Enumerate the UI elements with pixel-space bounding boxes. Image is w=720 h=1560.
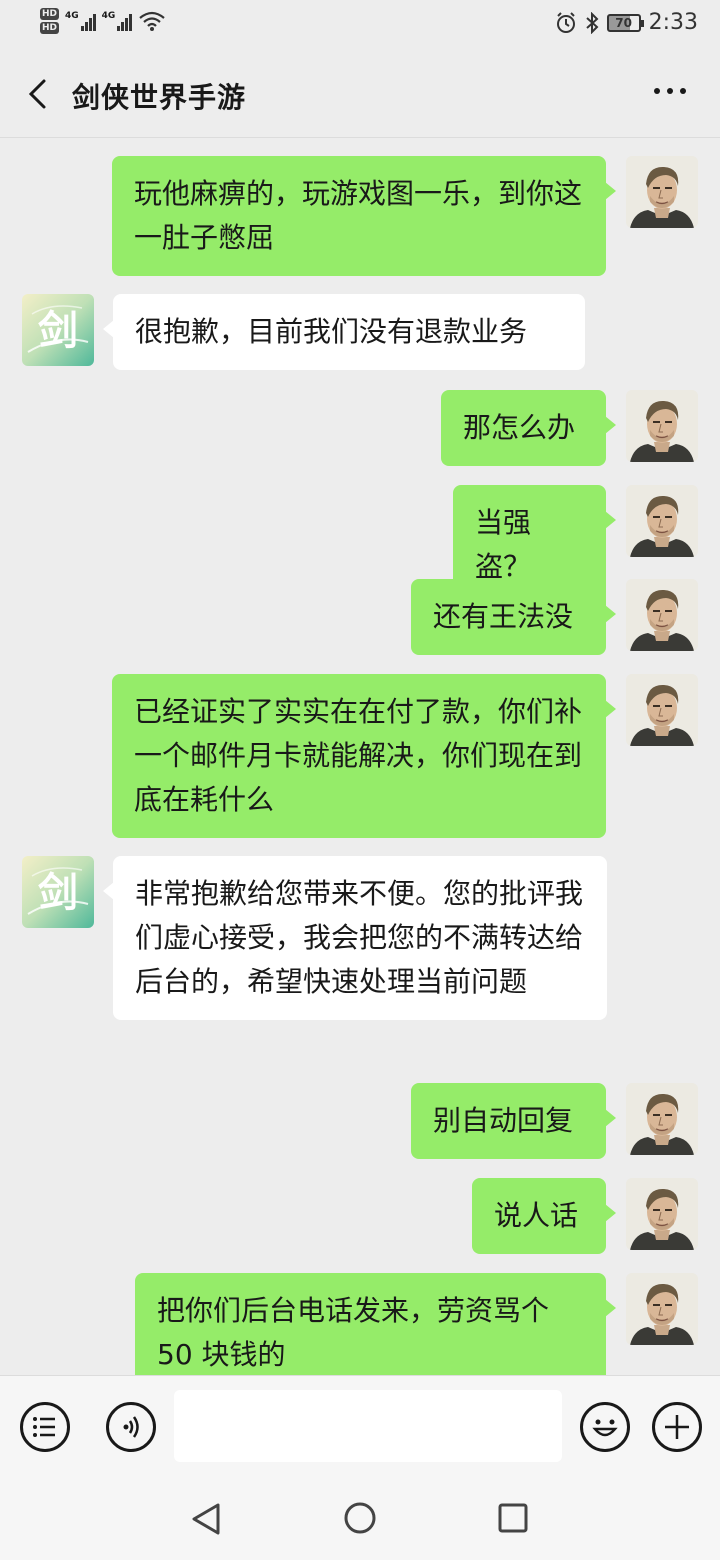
- message-text: 很抱歉，目前我们没有退款业务: [135, 315, 528, 348]
- hd-badge-1: HD: [40, 8, 60, 20]
- chat-header: 剑侠世界手游: [0, 50, 720, 138]
- message-text: 非常抱歉给您带来不便。您的批评我们虚心接受，我会把您的不满转达给后台的，希望快速…: [135, 877, 584, 998]
- message-bubble-sent[interactable]: 已经证实了实实在在付了款，你们补一个邮件月卡就能解决，你们现在到底在耗什么: [112, 674, 616, 838]
- message-bubble-sent[interactable]: 说人话: [472, 1178, 616, 1254]
- message-text: 已经证实了实实在在付了款，你们补一个邮件月卡就能解决，你们现在到底在耗什么: [134, 695, 583, 816]
- message-bubble-sent[interactable]: 还有王法没: [411, 579, 616, 655]
- message-text: 说人话: [494, 1199, 579, 1232]
- more-dots-icon[interactable]: [654, 88, 686, 94]
- message-text: 玩他麻痹的，玩游戏图一乐，到你这一肚子憋屈: [134, 177, 583, 254]
- status-left: HD HD 4G 4G: [40, 8, 166, 34]
- my-avatar[interactable]: [626, 579, 698, 651]
- wifi-icon: [139, 11, 166, 31]
- status-time: 2:33: [648, 10, 698, 35]
- system-nav-bar: [0, 1477, 720, 1560]
- my-avatar[interactable]: [626, 156, 698, 228]
- my-avatar[interactable]: [626, 674, 698, 746]
- emoji-icon[interactable]: [580, 1402, 630, 1452]
- input-bar: [0, 1375, 720, 1477]
- contact-avatar[interactable]: 剑: [22, 856, 94, 928]
- message-text: 当强盗？: [475, 506, 532, 583]
- my-avatar[interactable]: [626, 485, 698, 557]
- chat-title: 剑侠世界手游: [72, 81, 247, 114]
- message-bubble-received[interactable]: 很抱歉，目前我们没有退款业务: [103, 294, 585, 370]
- message-text: 别自动回复: [433, 1104, 574, 1137]
- circle-home-icon[interactable]: [343, 1501, 377, 1535]
- status-bar: HD HD 4G 4G 70 2:33: [0, 0, 720, 50]
- my-avatar[interactable]: [626, 1273, 698, 1345]
- my-avatar[interactable]: [626, 1178, 698, 1250]
- network-type-1: 4G: [65, 11, 79, 21]
- message-input[interactable]: [174, 1390, 562, 1462]
- message-text: 那怎么办: [463, 411, 576, 444]
- message-bubble-sent[interactable]: 那怎么办: [441, 390, 616, 466]
- triangle-back-icon[interactable]: [190, 1501, 222, 1537]
- message-text: 把你们后台电话发来，劳资骂个50 块钱的: [157, 1294, 550, 1371]
- signal-icon-2: 4G: [102, 11, 133, 31]
- battery-icon: 70: [606, 13, 644, 32]
- contact-avatar[interactable]: 剑: [22, 294, 94, 366]
- battery-level: 70: [615, 15, 632, 30]
- network-type-2: 4G: [101, 11, 116, 21]
- voice-icon[interactable]: [106, 1402, 156, 1452]
- contact-avatar-glyph: 剑: [38, 869, 78, 916]
- message-bubble-sent[interactable]: 别自动回复: [411, 1083, 616, 1159]
- hd-badge-2: HD: [40, 22, 60, 34]
- list-menu-icon[interactable]: [20, 1402, 70, 1452]
- contact-avatar-glyph: 剑: [38, 307, 78, 354]
- hd-indicators: HD HD: [40, 8, 60, 34]
- message-text: 还有王法没: [433, 600, 574, 633]
- my-avatar[interactable]: [626, 1083, 698, 1155]
- signal-icon-1: 4G: [65, 11, 96, 31]
- message-bubble-sent[interactable]: 玩他麻痹的，玩游戏图一乐，到你这一肚子憋屈: [112, 156, 616, 276]
- alarm-icon: [556, 11, 575, 33]
- bluetooth-icon: [585, 11, 599, 34]
- chevron-left-icon[interactable]: [24, 78, 54, 110]
- square-recents-icon[interactable]: [497, 1502, 529, 1534]
- my-avatar[interactable]: [626, 390, 698, 462]
- plus-icon[interactable]: [652, 1402, 702, 1452]
- status-right: 70 2:33: [555, 10, 698, 35]
- message-bubble-received[interactable]: 非常抱歉给您带来不便。您的批评我们虚心接受，我会把您的不满转达给后台的，希望快速…: [103, 856, 607, 1020]
